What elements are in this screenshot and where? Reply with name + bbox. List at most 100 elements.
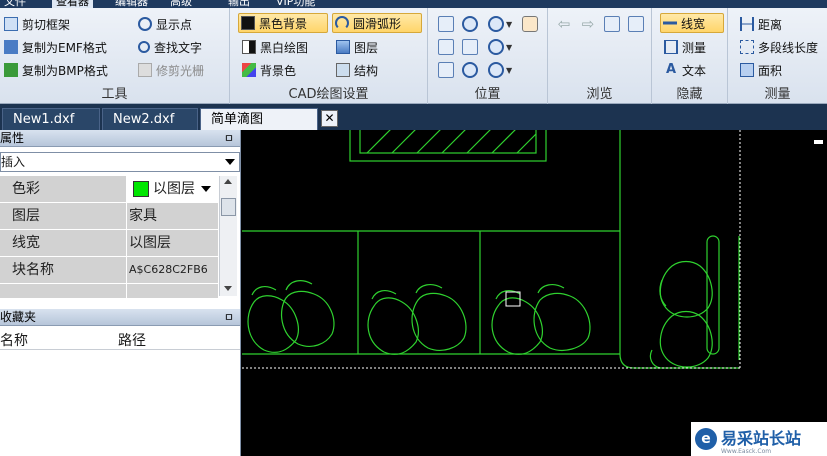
zoom-out-dropdown-icon[interactable]: ▼ [506,43,512,52]
bw-drawing-label: 黑白绘图 [260,40,309,55]
ribbon-group-position: ▼ ▼ ▼ 位置 [428,8,548,104]
zoom-in-dropdown-icon[interactable]: ▼ [506,20,512,29]
property-value [127,284,218,298]
pan-hand-icon[interactable] [522,16,538,32]
find-text-button[interactable]: 查找文字 [136,37,204,57]
layers-icon [336,40,350,54]
fit-window-icon[interactable] [438,16,454,32]
show-points-button[interactable]: 显示点 [136,14,194,34]
layers-button[interactable]: 图层 [334,37,380,57]
column-path[interactable]: 路径 [118,330,146,350]
property-scrollbar[interactable] [219,176,237,296]
watermark-subtext: Www.Easck.Com [721,448,772,455]
drawing-canvas[interactable] [242,130,827,456]
find-text-label: 查找文字 [154,40,203,55]
clip-frame-button[interactable]: 剪切框架 [2,14,72,34]
copy-emf-button[interactable]: 复制为EMF格式 [2,37,109,57]
menu-tab-vip[interactable]: VIP功能 [276,0,315,8]
doc-tab-new1[interactable]: New1.dxf [2,108,100,130]
line-width-label: 线宽 [681,16,706,31]
pin-icon[interactable]: ㅁ [224,309,234,326]
color-dropdown[interactable]: 以图层 [127,176,218,202]
favorites-title: 收藏夹 [0,310,37,324]
zoom-window-icon[interactable] [462,16,478,32]
zoom-previous-icon[interactable] [462,62,478,78]
fit-extents-icon[interactable] [462,39,478,55]
background-color-icon [242,63,256,77]
area-button[interactable]: 面积 [738,60,784,80]
entity-type-select[interactable]: 插入 [0,152,240,172]
menu-tab-output[interactable]: 输出 [228,0,250,8]
view-3d-dropdown-icon[interactable]: ▼ [506,66,512,75]
ribbon-group-hide: 线宽 测量 A 文本 隐藏 [652,8,728,104]
scroll-down-icon[interactable] [224,286,232,291]
document-tab-bar: New1.dxf New2.dxf 简单滴图块.dwg ✕ [0,104,827,149]
menu-tab-editor[interactable]: 编辑器 [115,0,148,8]
text-toggle-button[interactable]: A 文本 [662,60,708,80]
property-value: 以图层 [153,181,195,197]
black-background-button[interactable]: 黑色背景 [238,13,328,33]
distance-button[interactable]: 距离 [738,14,784,34]
property-value: 以图层 [127,230,218,256]
smooth-arc-label: 圆滑弧形 [353,16,402,31]
watermark-text: 易采站长站 [721,429,802,448]
property-name [0,284,126,298]
property-row[interactable]: 图层 家具 [0,203,218,230]
ribbon: 剪切框架 复制为EMF格式 复制为BMP格式 显示点 查找文字 修剪光栅 工具 … [0,8,827,104]
property-name: 图层 [0,203,126,229]
background-color-button[interactable]: 背景色 [240,60,298,80]
show-points-label: 显示点 [156,17,193,32]
background-color-label: 背景色 [260,63,297,78]
arc-icon [335,16,349,30]
back-arrow-icon[interactable]: ⇦ [556,16,572,32]
chair-group-1 [247,280,335,353]
chair-group-right [649,260,713,369]
property-row[interactable]: 块名称 A$C628C2FB6 [0,257,218,284]
watermark-badge: e 易采站长站 Www.Easck.Com [691,422,827,456]
menu-tab-file[interactable]: 文件 [4,0,26,8]
smooth-arc-button[interactable]: 圆滑弧形 [332,13,422,33]
zoom-extents-icon[interactable] [438,39,454,55]
cad-drawing [242,130,741,369]
polyline-length-label: 多段线长度 [758,40,819,55]
copy-bmp-button[interactable]: 复制为BMP格式 [2,60,110,80]
rotate-view-icon[interactable] [438,62,454,78]
zoom-out-icon[interactable] [488,39,504,55]
trim-raster-button[interactable]: 修剪光栅 [136,60,206,80]
chair-group-2 [367,283,467,355]
polyline-length-button[interactable]: 多段线长度 [738,37,820,57]
area-label: 面积 [758,63,783,78]
bw-drawing-button[interactable]: 黑白绘图 [240,37,310,57]
close-tab-icon[interactable]: ✕ [321,110,338,127]
doc-tab-new2[interactable]: New2.dxf [102,108,198,130]
pin-icon[interactable]: ㅁ [224,130,234,147]
browse-window-icon[interactable] [628,16,644,32]
property-name: 块名称 [0,257,126,283]
column-name[interactable]: 名称 [0,330,28,350]
group-label-measure: 测量 [764,87,791,102]
ribbon-group-browse: ⇦ ⇨ 浏览 [548,8,652,104]
group-label-hide: 隐藏 [676,87,703,102]
trim-raster-icon [138,63,152,77]
line-width-button[interactable]: 线宽 [660,13,724,33]
ribbon-group-cad-settings: 黑色背景 圆滑弧形 黑白绘图 图层 背景色 结构 CAD绘图设置 [230,8,428,104]
scroll-up-icon[interactable] [224,179,232,184]
favorites-column-header: 名称 路径 [0,328,240,350]
text-toggle-label: 文本 [682,63,707,78]
forward-arrow-icon[interactable]: ⇨ [580,16,596,32]
property-value: 家具 [127,203,218,229]
color-dropdown-arrow-icon [201,186,211,192]
property-row[interactable]: 线宽 以图层 [0,230,218,257]
structure-button[interactable]: 结构 [334,60,380,80]
scroll-thumb[interactable] [221,198,236,216]
ribbon-group-tools: 剪切框架 复制为EMF格式 复制为BMP格式 显示点 查找文字 修剪光栅 工具 [0,8,230,104]
trim-raster-label: 修剪光栅 [156,63,205,78]
refresh-icon[interactable] [604,16,620,32]
doc-tab-active-dwg[interactable]: 简单滴图块.dwg [200,108,318,149]
zoom-in-icon[interactable] [488,16,504,32]
view-3d-icon[interactable] [488,62,504,78]
property-row[interactable]: 色彩 以图层 [0,176,218,203]
menu-tab-advanced[interactable]: 高级 [170,0,192,8]
measure-toggle-button[interactable]: 测量 [662,37,708,57]
menu-tab-viewer[interactable]: 查看器 [52,0,93,8]
